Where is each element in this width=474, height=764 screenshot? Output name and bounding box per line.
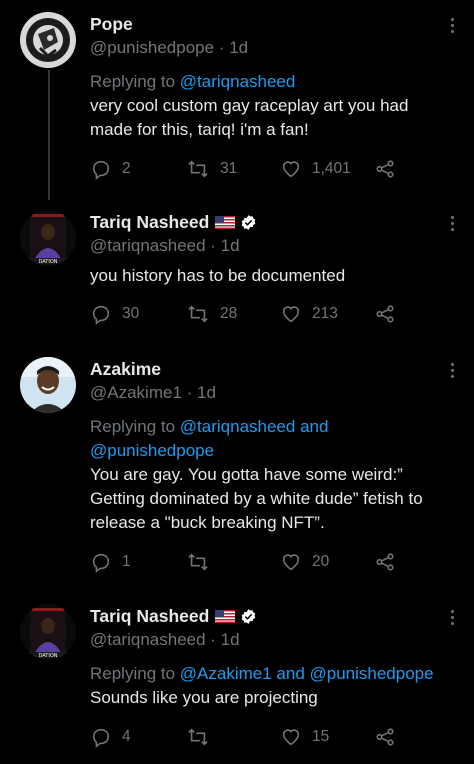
share-button[interactable] [374,157,396,181]
handle[interactable]: @Azakime1 [90,383,182,402]
handle[interactable]: @punishedpope [90,38,214,57]
mention-link[interactable]: @punishedpope [90,441,214,460]
avatar[interactable] [20,12,76,68]
reply-button[interactable]: 4 [90,725,131,749]
reply-count: 30 [122,305,140,322]
replying-to: Replying to @tariqnasheed and @punishedp… [90,417,329,460]
action-bar: 2 31 1,401 [90,157,410,181]
more-options-icon[interactable] [450,610,454,626]
retweet-button[interactable]: 31 [186,157,237,181]
verified-badge-icon [241,608,256,624]
heart-icon [282,161,300,178]
reply-button[interactable]: 30 [90,302,139,326]
share-icon [376,305,394,323]
timestamp[interactable]: · 1d [182,383,216,402]
mention-link[interactable]: @tariqnasheed [180,417,296,436]
retweet-button[interactable] [186,725,220,749]
svg-text:DATION: DATION [39,259,58,265]
action-bar: 4 15 [90,725,410,749]
like-count: 1,401 [312,160,351,177]
display-name[interactable]: Azakime [90,359,161,380]
mention-link[interactable]: @Azakime1 [180,664,272,683]
replying-to: Replying to @tariqnasheed [90,72,296,91]
tweet-text: you history has to be documented [90,266,346,285]
reply-count: 1 [122,553,131,570]
share-button[interactable] [374,725,396,749]
avatar[interactable] [20,357,76,413]
display-name[interactable]: Tariq Nasheed [90,606,209,627]
reply-icon [92,553,110,573]
thread-line [48,70,50,200]
handle[interactable]: @tariqnasheed [90,236,206,255]
tariq-avatar-icon: DATION [20,604,76,660]
mention-link[interactable]: @tariqnasheed [180,72,296,91]
tweet-text: You are gay. You gotta have some weird:”… [90,465,423,532]
like-button[interactable]: 1,401 [280,157,351,181]
more-options-icon[interactable] [450,18,454,34]
share-icon [376,553,394,571]
retweet-count: 31 [220,160,238,177]
reply-icon [92,728,110,748]
retweet-button[interactable]: 28 [186,302,237,326]
more-options-icon[interactable] [450,363,454,379]
heart-icon [282,729,300,746]
timestamp[interactable]: · 1d [206,236,239,255]
us-flag-icon [215,215,236,229]
more-options-icon[interactable] [450,216,454,232]
avatar[interactable]: DATION [20,210,76,266]
reply-icon [92,160,110,180]
tariq-avatar-icon: DATION [20,210,76,266]
azakime-avatar-icon [20,357,76,413]
reply-button[interactable]: 2 [90,157,131,181]
retweet-icon [188,553,208,571]
display-name[interactable]: Pope [90,14,133,35]
verified-badge-icon [241,214,256,230]
like-count: 15 [312,728,330,745]
share-button[interactable] [374,302,396,326]
action-bar: 1 20 [90,550,410,574]
retweet-icon [188,305,208,323]
svg-text:DATION: DATION [39,653,58,659]
like-button[interactable]: 15 [280,725,329,749]
like-button[interactable]: 20 [280,550,329,574]
timestamp[interactable]: · 1d [206,630,239,649]
retweet-count: 28 [220,305,238,322]
reply-button[interactable]: 1 [90,550,131,574]
heart-icon [282,554,300,571]
reply-count: 2 [122,160,131,177]
retweet-button[interactable] [186,550,220,574]
heart-icon [282,306,300,323]
reply-icon [92,305,110,325]
mention-link[interactable]: @punishedpope [310,664,434,683]
timestamp[interactable]: · 1d [214,38,248,57]
us-flag-icon [215,609,236,623]
share-button[interactable] [374,550,396,574]
retweet-icon [188,160,208,178]
avatar[interactable]: DATION [20,604,76,660]
tweet-text: very cool custom gay raceplay art you ha… [90,96,409,139]
handle[interactable]: @tariqnasheed [90,630,206,649]
action-bar: 30 28 213 [90,302,410,326]
share-icon [376,728,394,746]
like-button[interactable]: 213 [280,302,338,326]
display-name[interactable]: Tariq Nasheed [90,212,209,233]
share-icon [376,160,394,178]
retweet-icon [188,728,208,746]
pope-avatar-icon [20,12,76,68]
like-count: 213 [312,305,338,322]
reply-count: 4 [122,728,131,745]
tweet-text: Sounds like you are projecting [90,688,318,707]
replying-to: Replying to @Azakime1 and @punishedpope [90,664,434,683]
like-count: 20 [312,553,330,570]
